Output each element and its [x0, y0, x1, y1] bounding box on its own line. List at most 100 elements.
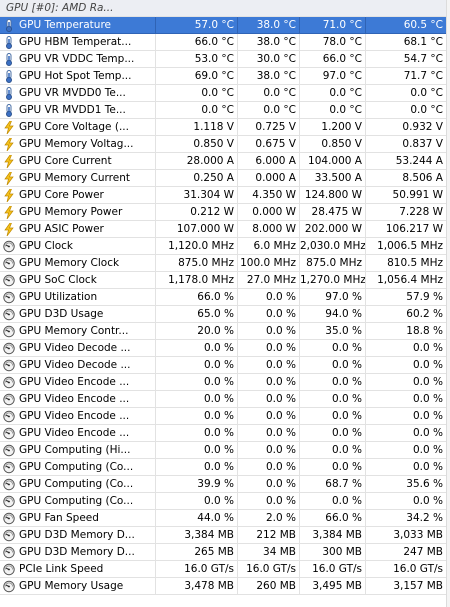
sensor-label-cell: GPU Computing (Co...	[0, 459, 156, 476]
sensor-row[interactable]: GPU Core Power 31.304 W 4.350 W 124.800 W 50…	[0, 187, 450, 204]
max-value: 2,030.0 MHz	[300, 238, 366, 255]
sensor-row[interactable]: GPU Memory Current 0.250 A 0.000 A 33.500 A…	[0, 170, 450, 187]
current-value: 66.0 °C	[156, 34, 238, 51]
max-value: 0.0 %	[300, 391, 366, 408]
sensor-label: GPU Utilization	[19, 291, 98, 303]
min-value: 0.000 W	[238, 204, 300, 221]
max-value: 202.000 W	[300, 221, 366, 238]
sensor-row[interactable]: GPU Core Current 28.000 A 6.000 A 104.000 A…	[0, 153, 450, 170]
sensor-row[interactable]: GPU Memory Clock 875.0 MHz 100.0 MHz 875.0 …	[0, 255, 450, 272]
min-value: 4.350 W	[238, 187, 300, 204]
average-value: 35.6 %	[366, 476, 447, 493]
sensor-label-cell: GPU Core Power	[0, 187, 156, 204]
sensor-row[interactable]: GPU Video Decode ... 0.0 % 0.0 % 0.0 % 0.0 %	[0, 340, 450, 357]
scrollbar-edge[interactable]	[446, 0, 450, 607]
sensor-row[interactable]: GPU VR VDDC Temp... 53.0 °C 30.0 °C 66.0 °C…	[0, 51, 450, 68]
average-value: 53.244 A	[366, 153, 447, 170]
max-value: 0.0 %	[300, 442, 366, 459]
sensor-row[interactable]: GPU Computing (Hi... 0.0 % 0.0 % 0.0 % 0.0 %	[0, 442, 450, 459]
sensor-label: GPU D3D Memory D...	[19, 546, 135, 558]
sensor-row[interactable]: GPU ASIC Power 107.000 W 8.000 W 202.000 W1…	[0, 221, 450, 238]
sensor-row[interactable]: GPU Hot Spot Temp... 69.0 °C 38.0 °C 97.0 °…	[0, 68, 450, 85]
sensor-label: GPU VR VDDC Temp...	[19, 53, 135, 65]
min-value: 0.0 %	[238, 425, 300, 442]
sensor-row[interactable]: GPU D3D Memory D... 3,384 MB 212 MB 3,384 M…	[0, 527, 450, 544]
min-value: 0.675 V	[238, 136, 300, 153]
sensor-row[interactable]: GPU Fan Speed 44.0 % 2.0 % 66.0 % 34.2 %	[0, 510, 450, 527]
sensor-row[interactable]: GPU VR MVDD1 Te... 0.0 °C 0.0 °C 0.0 °C 0.0 …	[0, 102, 450, 119]
thermometer-icon	[3, 87, 15, 100]
min-value: 260 MB	[238, 578, 300, 595]
min-value: 0.0 %	[238, 306, 300, 323]
current-value: 44.0 %	[156, 510, 238, 527]
sensor-row[interactable]: GPU Temperature 57.0 °C 38.0 °C 71.0 °C 60.5…	[0, 17, 450, 34]
sensor-label-cell: GPU Utilization	[0, 289, 156, 306]
sensor-row[interactable]: GPU SoC Clock 1,178.0 MHz 27.0 MHz 1,270.0 …	[0, 272, 450, 289]
sensor-label-cell: GPU Memory Clock	[0, 255, 156, 272]
sensor-row[interactable]: GPU Computing (Co... 39.9 % 0.0 % 68.7 % 35.…	[0, 476, 450, 493]
average-value: 1,006.5 MHz	[366, 238, 447, 255]
gauge-icon	[3, 325, 15, 338]
min-value: 0.0 %	[238, 323, 300, 340]
gauge-icon	[3, 359, 15, 372]
min-value: 38.0 °C	[238, 17, 300, 34]
sensor-row[interactable]: GPU D3D Usage 65.0 % 0.0 % 94.0 % 60.2 %	[0, 306, 450, 323]
sensor-label-cell: GPU Video Encode ...	[0, 425, 156, 442]
sensor-row[interactable]: GPU Clock 1,120.0 MHz 6.0 MHz 2,030.0 MHz 1,…	[0, 238, 450, 255]
sensor-label-cell: GPU SoC Clock	[0, 272, 156, 289]
sensor-row[interactable]: GPU Video Encode ... 0.0 % 0.0 % 0.0 % 0.0 %	[0, 408, 450, 425]
current-value: 0.0 %	[156, 408, 238, 425]
average-value: 71.7 °C	[366, 68, 447, 85]
average-value: 54.7 °C	[366, 51, 447, 68]
sensor-row[interactable]: GPU Core Voltage (... 1.118 V 0.725 V 1.200…	[0, 119, 450, 136]
sensor-row[interactable]: GPU D3D Memory D... 265 MB 34 MB 300 MB 247 …	[0, 544, 450, 561]
sensor-label: GPU Computing (Co...	[19, 495, 134, 507]
sensor-row[interactable]: GPU Computing (Co... 0.0 % 0.0 % 0.0 % 0.0 %	[0, 459, 450, 476]
sensor-row[interactable]: GPU Utilization 66.0 % 0.0 % 97.0 % 57.9 %	[0, 289, 450, 306]
sensor-row[interactable]: GPU Video Encode ... 0.0 % 0.0 % 0.0 % 0.0 %	[0, 374, 450, 391]
group-header-row[interactable]: GPU [#0]: AMD Ra...	[0, 0, 450, 17]
sensor-row[interactable]: GPU HBM Temperat... 66.0 °C 38.0 °C 78.0 °C…	[0, 34, 450, 51]
sensor-label-cell: GPU Memory Power	[0, 204, 156, 221]
sensor-row[interactable]: GPU Video Encode ... 0.0 % 0.0 % 0.0 % 0.0 %	[0, 391, 450, 408]
min-value: 38.0 °C	[238, 34, 300, 51]
sensor-label-cell: GPU HBM Temperat...	[0, 34, 156, 51]
sensor-grid: GPU [#0]: AMD Ra... GPU Temperature 57.0 …	[0, 0, 450, 595]
average-value: 0.837 V	[366, 136, 447, 153]
max-value: 0.0 %	[300, 357, 366, 374]
sensor-row[interactable]: GPU Memory Contr... 20.0 % 0.0 % 35.0 % 18.8…	[0, 323, 450, 340]
sensor-row[interactable]: GPU Video Decode ... 0.0 % 0.0 % 0.0 % 0.0 %	[0, 357, 450, 374]
gauge-icon	[3, 393, 15, 406]
thermometer-icon	[3, 70, 15, 83]
max-value: 0.0 °C	[300, 85, 366, 102]
sensor-label: GPU Video Decode ...	[19, 359, 131, 371]
sensor-row[interactable]: PCIe Link Speed 16.0 GT/s 16.0 GT/s 16.0 GT…	[0, 561, 450, 578]
current-value: 265 MB	[156, 544, 238, 561]
sensor-label: GPU VR MVDD1 Te...	[19, 104, 126, 116]
sensor-row[interactable]: GPU Memory Voltag... 0.850 V 0.675 V 0.850 …	[0, 136, 450, 153]
sensor-label-cell: GPU Computing (Hi...	[0, 442, 156, 459]
max-value: 0.0 %	[300, 374, 366, 391]
sensor-label-cell: GPU Core Current	[0, 153, 156, 170]
current-value: 0.0 %	[156, 425, 238, 442]
sensor-label-cell: GPU VR MVDD1 Te...	[0, 102, 156, 119]
sensor-row[interactable]: GPU VR MVDD0 Te... 0.0 °C 0.0 °C 0.0 °C 0.0 …	[0, 85, 450, 102]
min-value: 0.0 %	[238, 357, 300, 374]
average-value: 0.0 %	[366, 493, 447, 510]
sensor-row[interactable]: GPU Memory Power 0.212 W 0.000 W 28.475 W 7.…	[0, 204, 450, 221]
max-value: 97.0 °C	[300, 68, 366, 85]
current-value: 65.0 %	[156, 306, 238, 323]
max-value: 71.0 °C	[300, 17, 366, 34]
sensor-label: GPU Video Encode ...	[19, 393, 130, 405]
sensor-row[interactable]: GPU Video Encode ... 0.0 % 0.0 % 0.0 % 0.0 %	[0, 425, 450, 442]
gauge-icon	[3, 410, 15, 423]
average-value: 34.2 %	[366, 510, 447, 527]
min-value: 6.000 A	[238, 153, 300, 170]
gauge-icon	[3, 308, 15, 321]
average-value: 3,157 MB	[366, 578, 447, 595]
gauge-icon	[3, 478, 15, 491]
sensor-label: GPU SoC Clock	[19, 274, 97, 286]
sensor-row[interactable]: GPU Memory Usage 3,478 MB 260 MB 3,495 MB 3,…	[0, 578, 450, 595]
gauge-icon	[3, 563, 15, 576]
sensor-row[interactable]: GPU Computing (Co... 0.0 % 0.0 % 0.0 % 0.0 %	[0, 493, 450, 510]
